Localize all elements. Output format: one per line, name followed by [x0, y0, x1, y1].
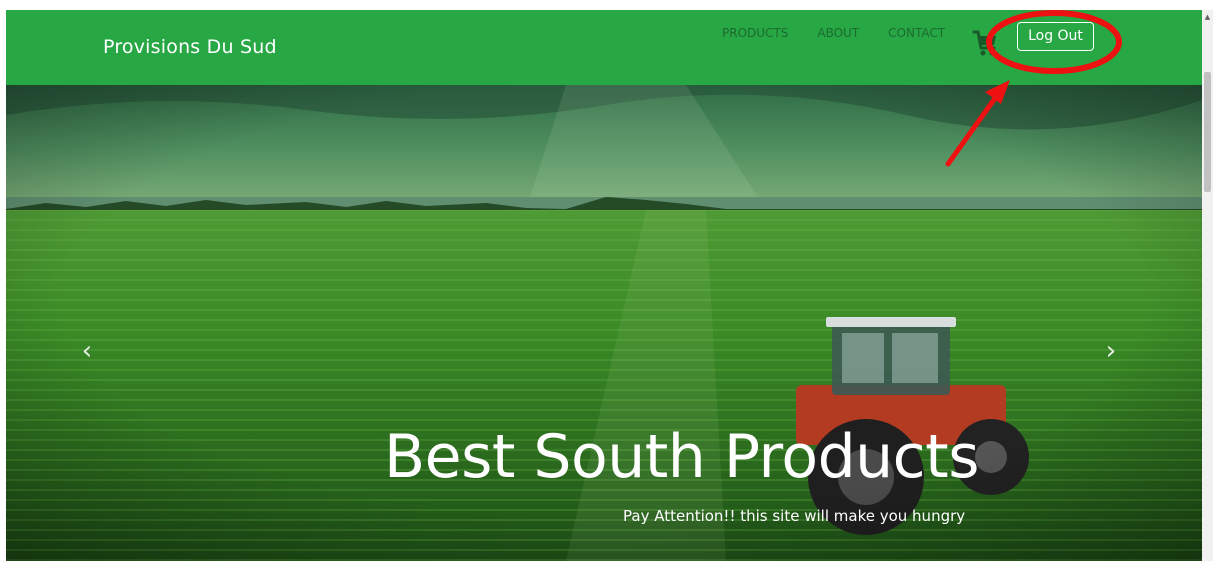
- nav-link-products[interactable]: PRODUCTS: [722, 26, 788, 40]
- carousel-prev-button[interactable]: ‹: [77, 337, 97, 365]
- carousel-next-button[interactable]: ›: [1101, 337, 1121, 365]
- hero-carousel: ‹ › Best South Products Pay Attention!! …: [6, 85, 1202, 561]
- nav-links: PRODUCTS ABOUT CONTACT: [722, 26, 974, 40]
- brand-logo[interactable]: Provisions Du Sud: [103, 36, 277, 58]
- shopping-cart-icon[interactable]: [972, 23, 998, 59]
- scroll-up-arrow[interactable]: ▲: [1202, 10, 1213, 24]
- hero-title: Best South Products: [384, 422, 979, 492]
- browser-viewport: Provisions Du Sud PRODUCTS ABOUT CONTACT…: [6, 10, 1202, 561]
- navbar: Provisions Du Sud PRODUCTS ABOUT CONTACT…: [6, 10, 1202, 85]
- nav-link-about[interactable]: ABOUT: [817, 26, 859, 40]
- nav-link-contact[interactable]: CONTACT: [888, 26, 945, 40]
- hero-subtitle: Pay Attention!! this site will make you …: [623, 507, 966, 525]
- scroll-thumb[interactable]: [1204, 72, 1211, 192]
- logout-button[interactable]: Log Out: [1017, 22, 1094, 51]
- page-scrollbar[interactable]: ▲: [1202, 10, 1213, 561]
